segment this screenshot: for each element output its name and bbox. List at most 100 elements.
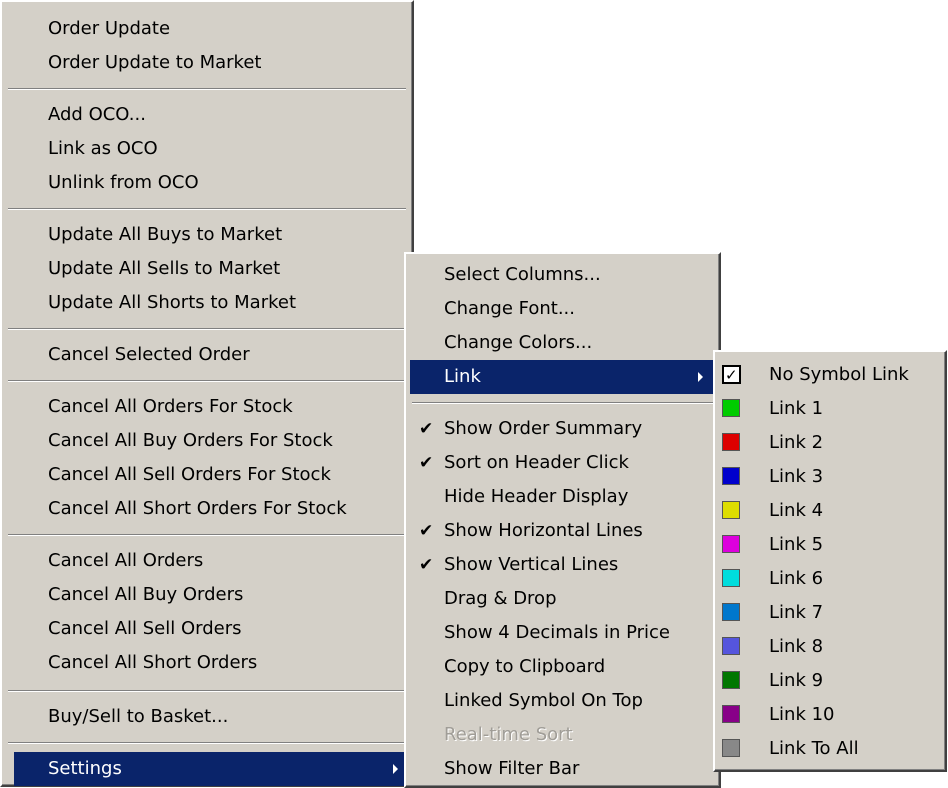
menu-item-show-horizontal-lines[interactable]: ✔ Show Horizontal Lines	[406, 514, 719, 548]
menu-item-cancel-all-sell-orders-for-stock[interactable]: Cancel All Sell Orders For Stock	[2, 458, 412, 492]
menu-item-label: Link	[444, 366, 481, 387]
menu-item-label: Link 5	[769, 534, 824, 555]
menu-item-cancel-all-orders-for-stock[interactable]: Cancel All Orders For Stock	[2, 390, 412, 424]
menu-item-label: Change Colors...	[444, 332, 593, 353]
color-swatch-icon	[722, 739, 740, 757]
color-swatch-icon	[722, 671, 740, 689]
menu-item-update-all-shorts[interactable]: Update All Shorts to Market	[2, 286, 412, 320]
menu-separator	[8, 534, 406, 536]
menu-item-label: Link 10	[769, 704, 835, 725]
menu-item-show-order-summary[interactable]: ✔ Show Order Summary	[406, 412, 719, 446]
menu-item-label: Drag & Drop	[444, 588, 557, 609]
menu-item-label: Cancel All Short Orders For Stock	[48, 498, 347, 519]
menu-separator	[412, 402, 713, 404]
menu-item-change-font[interactable]: Change Font...	[406, 292, 719, 326]
menu-item-link-9[interactable]: Link 9	[715, 664, 945, 698]
menu-item-unlink-from-oco[interactable]: Unlink from OCO	[2, 166, 412, 200]
menu-item-label: Cancel All Orders For Stock	[48, 396, 293, 417]
menu-item-label: Link To All	[769, 738, 859, 759]
submenu-arrow-icon	[393, 764, 398, 774]
menu-item-order-update[interactable]: Order Update	[2, 12, 412, 46]
menu-item-label: Link 4	[769, 500, 824, 521]
menu-item-order-update-to-market[interactable]: Order Update to Market	[2, 46, 412, 80]
context-menu: Order Update Order Update to Market Add …	[0, 0, 414, 787]
menu-item-settings[interactable]: Settings	[14, 752, 408, 786]
menu-item-link-to-all[interactable]: Link To All	[715, 732, 945, 766]
menu-item-cancel-all-sell-orders[interactable]: Cancel All Sell Orders	[2, 612, 412, 646]
color-swatch-icon	[722, 637, 740, 655]
menu-item-cancel-all-orders[interactable]: Cancel All Orders	[2, 544, 412, 578]
menu-item-update-all-sells[interactable]: Update All Sells to Market	[2, 252, 412, 286]
menu-item-label: Link 7	[769, 602, 824, 623]
color-swatch-icon	[722, 501, 740, 519]
menu-item-label: Real-time Sort	[444, 724, 573, 745]
menu-item-label: Hide Header Display	[444, 486, 629, 507]
menu-item-cancel-selected-order[interactable]: Cancel Selected Order	[2, 338, 412, 372]
check-icon: ✔	[419, 419, 434, 439]
menu-item-label: Settings	[48, 758, 122, 779]
menu-item-link-10[interactable]: Link 10	[715, 698, 945, 732]
menu-separator	[8, 742, 406, 744]
menu-item-label: Copy to Clipboard	[444, 656, 606, 677]
menu-item-copy-to-clipboard[interactable]: Copy to Clipboard	[406, 650, 719, 684]
menu-separator	[8, 690, 406, 692]
menu-item-cancel-all-short-orders-for-stock[interactable]: Cancel All Short Orders For Stock	[2, 492, 412, 526]
color-swatch-icon	[722, 433, 740, 451]
menu-item-label: Linked Symbol On Top	[444, 690, 643, 711]
menu-item-update-all-buys[interactable]: Update All Buys to Market	[2, 218, 412, 252]
menu-item-link-7[interactable]: Link 7	[715, 596, 945, 630]
menu-item-link-6[interactable]: Link 6	[715, 562, 945, 596]
menu-item-link-5[interactable]: Link 5	[715, 528, 945, 562]
menu-item-change-colors[interactable]: Change Colors...	[406, 326, 719, 360]
menu-item-buy-sell-to-basket[interactable]: Buy/Sell to Basket...	[2, 700, 412, 734]
menu-item-label: Change Font...	[444, 298, 575, 319]
menu-item-drag-and-drop[interactable]: Drag & Drop	[406, 582, 719, 616]
menu-item-label: Show Order Summary	[444, 418, 643, 439]
menu-item-label: Update All Buys to Market	[48, 224, 283, 245]
color-swatch-icon	[722, 399, 740, 417]
menu-item-cancel-all-short-orders[interactable]: Cancel All Short Orders	[2, 646, 412, 680]
check-icon: ✔	[419, 521, 434, 541]
menu-item-sort-on-header-click[interactable]: ✔ Sort on Header Click	[406, 446, 719, 480]
menu-item-label: Unlink from OCO	[48, 172, 199, 193]
menu-item-label: Sort on Header Click	[444, 452, 629, 473]
menu-item-link-2[interactable]: Link 2	[715, 426, 945, 460]
menu-item-link-1[interactable]: Link 1	[715, 392, 945, 426]
menu-item-label: Cancel All Sell Orders For Stock	[48, 464, 331, 485]
menu-item-label: Cancel All Buy Orders For Stock	[48, 430, 333, 451]
menu-item-label: Show 4 Decimals in Price	[444, 622, 671, 643]
menu-item-link-as-oco[interactable]: Link as OCO	[2, 132, 412, 166]
menu-item-label: Link 2	[769, 432, 824, 453]
menu-separator	[8, 328, 406, 330]
menu-item-link[interactable]: Link	[410, 360, 715, 394]
menu-item-cancel-all-buy-orders[interactable]: Cancel All Buy Orders	[2, 578, 412, 612]
link-submenu: ✓ No Symbol Link Link 1 Link 2 Link 3 Li…	[713, 350, 947, 772]
menu-item-label: Link 9	[769, 670, 824, 691]
color-swatch-icon	[722, 535, 740, 553]
menu-item-label: Link 6	[769, 568, 824, 589]
settings-submenu: Select Columns... Change Font... Change …	[404, 252, 721, 788]
menu-item-label: Show Filter Bar	[444, 758, 580, 779]
menu-item-linked-symbol-on-top[interactable]: Linked Symbol On Top	[406, 684, 719, 718]
menu-item-label: Order Update to Market	[48, 52, 262, 73]
menu-item-cancel-all-buy-orders-for-stock[interactable]: Cancel All Buy Orders For Stock	[2, 424, 412, 458]
menu-item-no-symbol-link[interactable]: ✓ No Symbol Link	[715, 358, 945, 392]
menu-item-label: Cancel All Buy Orders	[48, 584, 244, 605]
menu-item-hide-header-display[interactable]: Hide Header Display	[406, 480, 719, 514]
menu-item-label: Link as OCO	[48, 138, 158, 159]
menu-item-add-oco[interactable]: Add OCO...	[2, 98, 412, 132]
menu-item-select-columns[interactable]: Select Columns...	[406, 258, 719, 292]
checkbox-checked-icon: ✓	[722, 365, 741, 384]
menu-item-label: Update All Sells to Market	[48, 258, 281, 279]
menu-item-show-4-decimals[interactable]: Show 4 Decimals in Price	[406, 616, 719, 650]
menu-item-show-filter-bar[interactable]: Show Filter Bar	[406, 752, 719, 786]
menu-item-label: Link 1	[769, 398, 824, 419]
menu-item-label: Buy/Sell to Basket...	[48, 706, 229, 727]
menu-item-link-8[interactable]: Link 8	[715, 630, 945, 664]
menu-item-show-vertical-lines[interactable]: ✔ Show Vertical Lines	[406, 548, 719, 582]
menu-item-real-time-sort: Real-time Sort	[406, 718, 719, 752]
menu-item-link-4[interactable]: Link 4	[715, 494, 945, 528]
color-swatch-icon	[722, 705, 740, 723]
menu-item-label: Update All Shorts to Market	[48, 292, 297, 313]
menu-item-link-3[interactable]: Link 3	[715, 460, 945, 494]
